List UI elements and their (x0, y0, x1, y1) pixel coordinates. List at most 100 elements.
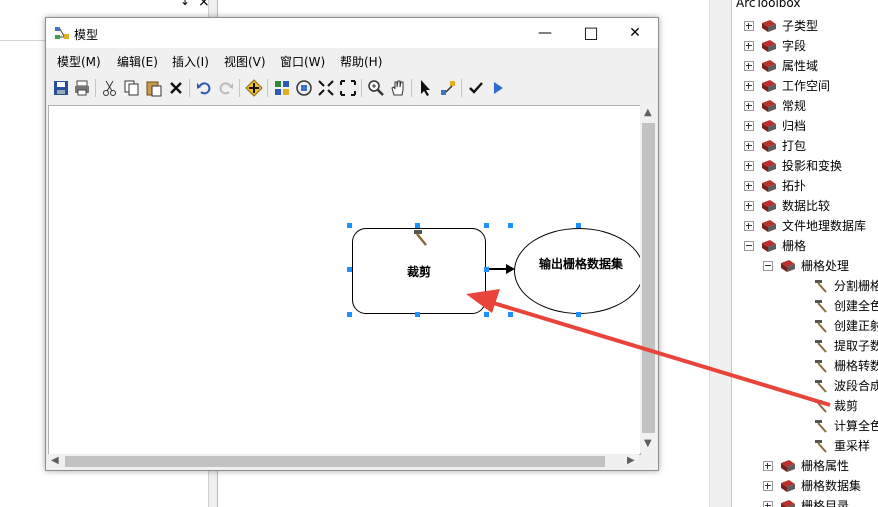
menu-edit[interactable]: 编辑(E) (117, 53, 158, 70)
toolbox-toolset-item[interactable]: 文件地理数据库 (732, 216, 878, 236)
toolbox-toolset-item[interactable]: 常规 (732, 96, 878, 116)
collapse-icon[interactable] (744, 241, 754, 251)
toolbox-tool-item[interactable]: 波段合成 (732, 376, 878, 396)
selection-handle[interactable] (508, 223, 513, 228)
toolbox-toolset-item[interactable]: 投影和变换 (732, 156, 878, 176)
hammer-icon (815, 320, 827, 333)
zoom-out-fixed-icon[interactable] (338, 78, 358, 98)
toolbox-toolset-item[interactable]: 栅格处理 (732, 256, 878, 276)
pan-icon[interactable] (388, 78, 408, 98)
toolbox-toolset-item[interactable]: 拓扑 (732, 176, 878, 196)
undo-icon[interactable] (194, 78, 214, 98)
redo-icon[interactable] (216, 78, 236, 98)
horizontal-scroll-thumb[interactable] (65, 456, 605, 467)
toolbox-toolset-item[interactable]: 工作空间 (732, 76, 878, 96)
model-canvas[interactable]: 裁剪 输出栅格数据集 (48, 105, 641, 455)
vertical-scrollbar[interactable]: ▲ ▼ (640, 105, 657, 453)
expand-icon[interactable] (744, 41, 754, 51)
toolbox-tool-item[interactable]: 栅格转数 (732, 356, 878, 376)
horizontal-scrollbar[interactable]: ◀ ▶ (48, 454, 639, 469)
toolbox-toolset-item[interactable]: 属性域 (732, 56, 878, 76)
toolbox-item-label: 拓扑 (782, 179, 807, 193)
scroll-right-icon[interactable]: ▶ (627, 455, 635, 466)
toolbox-toolset-item[interactable]: 归档 (732, 116, 878, 136)
menu-model[interactable]: 模型(M) (57, 53, 101, 70)
selection-handle[interactable] (347, 267, 352, 272)
expand-icon[interactable] (744, 181, 754, 191)
toolbox-tool-item[interactable]: 创建全色 (732, 296, 878, 316)
menu-insert[interactable]: 插入(I) (172, 53, 209, 70)
selection-handle[interactable] (347, 312, 352, 317)
pane-controls: ↕ × (178, 0, 212, 10)
pin-icon[interactable]: ↕ (180, 0, 190, 8)
scroll-up-icon[interactable]: ▲ (644, 107, 652, 118)
selection-handle[interactable] (484, 223, 489, 228)
zoom-in-icon[interactable] (366, 78, 386, 98)
toolbox-tool-item[interactable]: 提取子数 (732, 336, 878, 356)
selection-handle[interactable] (508, 312, 513, 317)
expand-icon[interactable] (744, 141, 754, 151)
selection-handle[interactable] (415, 223, 420, 228)
expand-icon[interactable] (763, 481, 773, 491)
expand-icon[interactable] (763, 461, 773, 471)
print-icon[interactable] (72, 78, 92, 98)
full-extent-icon[interactable] (294, 78, 314, 98)
connect-icon[interactable] (438, 78, 458, 98)
maximize-button[interactable]: □ (568, 18, 614, 48)
menu-view[interactable]: 视图(V) (224, 53, 266, 70)
toolbox-toolset-item[interactable]: 栅格目录 (732, 496, 878, 507)
select-icon[interactable] (416, 78, 436, 98)
toolbox-toolset-item[interactable]: 数据比较 (732, 196, 878, 216)
add-data-icon[interactable] (244, 78, 264, 98)
selection-handle[interactable] (484, 267, 489, 272)
selection-handle[interactable] (484, 312, 489, 317)
vertical-scroll-thumb[interactable] (642, 123, 655, 433)
toolbox-toolset-item[interactable]: 栅格属性 (732, 456, 878, 476)
expand-icon[interactable] (744, 121, 754, 131)
expand-icon[interactable] (763, 501, 773, 507)
toolbox-toolset-item[interactable]: 打包 (732, 136, 878, 156)
copy-icon[interactable] (122, 78, 142, 98)
collapse-icon[interactable] (763, 261, 773, 271)
expand-icon[interactable] (744, 161, 754, 171)
scroll-left-icon[interactable]: ◀ (51, 455, 59, 466)
toolbox-tool-item[interactable]: 创建正射 (732, 316, 878, 336)
title-bar[interactable]: 模型 — □ ✕ (46, 18, 658, 48)
delete-icon[interactable] (166, 78, 186, 98)
minimize-button[interactable]: — (522, 18, 568, 48)
run-icon[interactable] (488, 78, 508, 98)
hammer-icon (815, 300, 827, 313)
validate-icon[interactable] (466, 78, 486, 98)
toolbox-toolset-item[interactable]: 栅格数据集 (732, 476, 878, 496)
expand-icon[interactable] (744, 101, 754, 111)
toolbox-splitter[interactable] (709, 0, 732, 507)
auto-layout-icon[interactable] (272, 78, 292, 98)
toolbox-tool-item[interactable]: 计算全色 (732, 416, 878, 436)
toolbox-toolset-item[interactable]: 栅格 (732, 236, 878, 256)
scroll-down-icon[interactable]: ▼ (644, 438, 652, 449)
menu-window[interactable]: 窗口(W) (280, 53, 325, 70)
paste-icon[interactable] (144, 78, 164, 98)
expand-icon[interactable] (744, 61, 754, 71)
expand-icon[interactable] (744, 221, 754, 231)
arctoolbox-panel: ArcToolbox 子类型 字段 属性域 工作空间 常规 归档 打包 投影和变换 拓扑 数据比较… (731, 0, 878, 507)
toolbox-tool-item[interactable]: 重采样 (732, 436, 878, 456)
selection-handle[interactable] (415, 312, 420, 317)
selection-handle[interactable] (576, 223, 581, 228)
menu-help[interactable]: 帮助(H) (340, 53, 382, 70)
output-data-node[interactable]: 输出栅格数据集 (514, 228, 640, 314)
save-icon[interactable] (51, 78, 71, 98)
close-button[interactable]: ✕ (612, 18, 658, 48)
expand-icon[interactable] (744, 81, 754, 91)
expand-icon[interactable] (744, 21, 754, 31)
cut-icon[interactable] (100, 78, 120, 98)
toolbox-tool-item[interactable]: 裁剪 (732, 396, 878, 416)
selection-handle[interactable] (576, 312, 581, 317)
toolbox-toolset-item[interactable]: 子类型 (732, 16, 878, 36)
zoom-in-fixed-icon[interactable] (316, 78, 336, 98)
toolbox-toolset-item[interactable]: 字段 (732, 36, 878, 56)
selection-handle[interactable] (347, 223, 352, 228)
expand-icon[interactable] (744, 201, 754, 211)
toolbox-tool-item[interactable]: 分割栅格 (732, 276, 878, 296)
tool-node-clip[interactable]: 裁剪 (352, 228, 486, 314)
